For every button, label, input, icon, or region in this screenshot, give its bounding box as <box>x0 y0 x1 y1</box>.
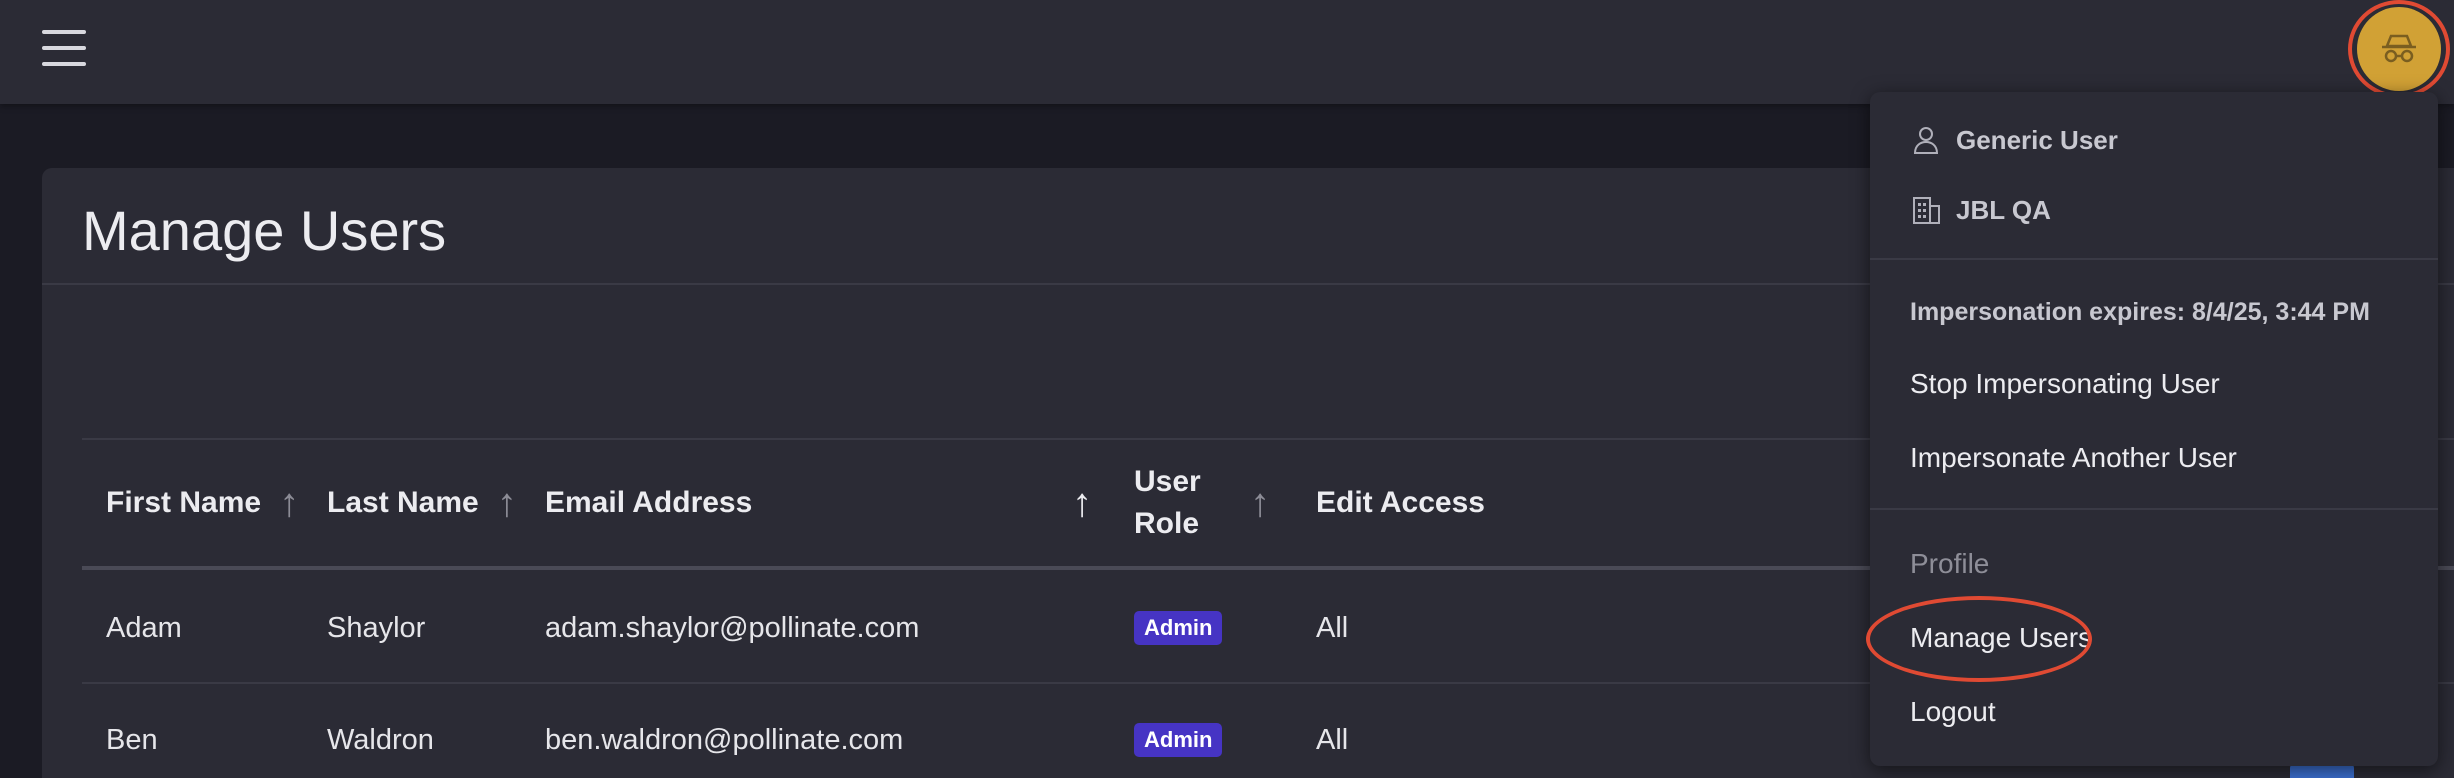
column-header-user-role[interactable]: User Role <box>1134 440 1244 566</box>
menu-org-name: JBL QA <box>1910 194 2051 226</box>
cell-first-name: Ben <box>106 723 158 756</box>
menu-item-impersonate-another[interactable]: Impersonate Another User <box>1910 442 2237 474</box>
avatar-button[interactable] <box>2357 7 2441 91</box>
column-header-first-name[interactable]: First Name ↑ <box>106 440 299 566</box>
menu-divider <box>1870 508 2438 510</box>
column-header-edit-access[interactable]: Edit Access <box>1316 440 1485 566</box>
impersonation-expiry: Impersonation expires: 8/4/25, 3:44 PM <box>1910 298 2370 326</box>
row-action-button[interactable] <box>2290 764 2354 778</box>
sort-arrow-icon[interactable]: ↑ <box>1072 440 1092 566</box>
building-icon <box>1910 194 1942 226</box>
cell-edit-access: All <box>1316 723 1349 756</box>
sort-arrow-icon[interactable]: ↑ <box>279 481 299 526</box>
hamburger-icon[interactable] <box>42 30 86 66</box>
sort-arrow-icon[interactable]: ↑ <box>1250 440 1270 566</box>
cell-user-role: Admin <box>1134 686 1223 778</box>
column-header-last-name[interactable]: Last Name ↑ <box>327 440 517 566</box>
page-title: Manage Users <box>82 199 447 262</box>
user-menu-dropdown: Generic User JBL QA Impersonation expire… <box>1870 92 2438 766</box>
cell-last-name: Shaylor <box>327 611 426 644</box>
cell-email: ben.waldron@pollinate.com <box>545 723 904 756</box>
avatar-highlight-ring <box>2348 0 2450 98</box>
cell-email: adam.shaylor@pollinate.com <box>545 611 920 644</box>
person-icon <box>1910 124 1942 156</box>
cell-edit-access: All <box>1316 611 1349 644</box>
role-badge: Admin <box>1134 723 1223 757</box>
role-badge: Admin <box>1134 611 1223 645</box>
menu-divider <box>1870 258 2438 260</box>
menu-item-manage-users[interactable]: Manage Users <box>1910 622 2092 654</box>
menu-user-name: Generic User <box>1910 124 2118 156</box>
cell-user-role: Admin <box>1134 574 1223 682</box>
menu-item-logout[interactable]: Logout <box>1910 696 1996 728</box>
sort-arrow-icon[interactable]: ↑ <box>497 481 517 526</box>
incognito-icon <box>2382 34 2416 63</box>
cell-last-name: Waldron <box>327 723 434 756</box>
top-bar <box>0 0 2454 104</box>
column-header-email[interactable]: Email Address <box>545 440 1045 566</box>
menu-item-profile[interactable]: Profile <box>1910 548 1989 580</box>
menu-item-stop-impersonating[interactable]: Stop Impersonating User <box>1910 368 2220 400</box>
cell-first-name: Adam <box>106 611 182 644</box>
